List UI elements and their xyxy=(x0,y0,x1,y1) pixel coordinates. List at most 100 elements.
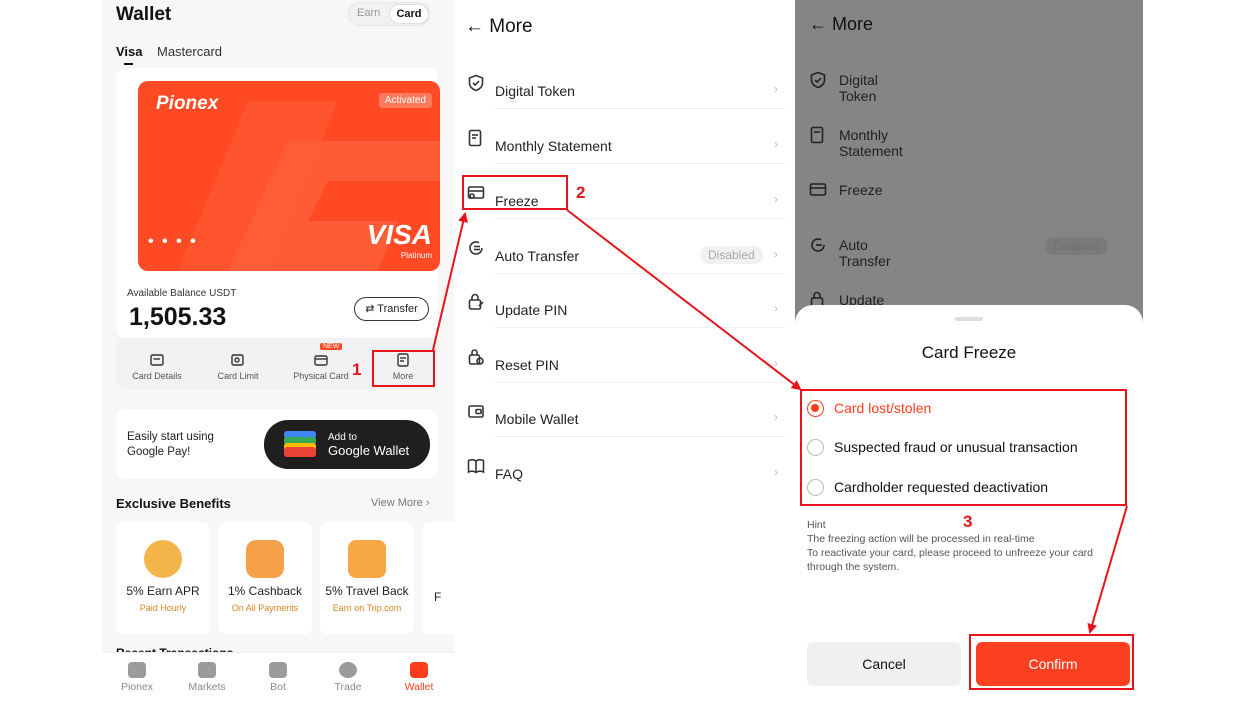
benefit-card-cashback[interactable]: 1% Cashback On All Payments xyxy=(218,522,312,634)
status-badge: Activated xyxy=(378,93,432,108)
menu-label: Monthly Statement xyxy=(495,138,612,154)
cashback-icon xyxy=(246,540,284,578)
menu-update-pin[interactable]: Update PIN › xyxy=(465,291,790,345)
toggle-card[interactable]: Card xyxy=(389,4,429,24)
balance-value: 1,505.33 xyxy=(129,303,227,331)
auto-transfer-icon xyxy=(469,241,483,255)
drag-handle[interactable] xyxy=(955,317,983,321)
menu-label: Monthly Statement xyxy=(839,127,903,159)
menu-reset-pin[interactable]: Reset PIN › xyxy=(465,346,790,400)
benefit-card-partial[interactable]: F xyxy=(422,522,454,634)
more-back-title[interactable]: ← More xyxy=(465,16,533,38)
dimmed-background: ← More Digital Token Monthly Statement F… xyxy=(795,0,1143,330)
menu-label: FAQ xyxy=(495,466,524,482)
tab-mastercard[interactable]: Mastercard xyxy=(157,44,222,59)
tab-bot[interactable]: Bot xyxy=(248,662,308,693)
benefit-card-travel[interactable]: 5% Travel Back Earn on Trip.com xyxy=(320,522,414,634)
add-to-google-wallet-button[interactable]: Add to Google Wallet xyxy=(264,420,430,469)
wallet-icon xyxy=(410,662,428,678)
transfer-label: Transfer xyxy=(377,303,418,315)
pionex-icon xyxy=(128,662,146,678)
google-wallet-icon xyxy=(284,431,316,457)
divider xyxy=(495,436,785,437)
transfer-button[interactable]: ⇄ Transfer xyxy=(354,297,429,321)
earn-card-toggle[interactable]: Earn Card xyxy=(348,2,430,26)
tab-visa[interactable]: Visa xyxy=(116,44,143,59)
hint-line: To reactivate your card, please proceed … xyxy=(807,547,1093,559)
more-back-title-dimmed: ← More xyxy=(809,14,874,34)
menu-label: Digital Token xyxy=(839,72,878,104)
tab-markets-label: Markets xyxy=(188,681,226,693)
physical-card-label: Physical Card xyxy=(293,371,349,381)
pionex-logo: Pionex xyxy=(156,93,219,114)
menu-monthly-statement[interactable]: Monthly Statement › xyxy=(465,127,790,181)
tab-markets[interactable]: Markets xyxy=(177,662,237,693)
physical-card-button[interactable]: Physical Card xyxy=(286,353,356,381)
update-pin-icon xyxy=(468,293,484,310)
card-tier: Platinum xyxy=(400,251,432,260)
benefit-title: 5% Travel Back xyxy=(325,584,409,598)
toggle-earn[interactable]: Earn xyxy=(357,7,380,19)
card-limit-button[interactable]: Card Limit xyxy=(203,353,273,381)
balance-label: Available Balance USDT xyxy=(127,288,237,299)
card-details-icon xyxy=(150,354,164,366)
new-badge: NEW xyxy=(320,343,343,350)
cancel-button[interactable]: Cancel xyxy=(807,642,961,686)
status-badge-dimmed: Disabled xyxy=(1045,237,1108,255)
tab-pionex-label: Pionex xyxy=(120,681,154,693)
visa-card[interactable]: Pionex Activated • • • • VISA Platinum xyxy=(138,81,440,271)
card-details-label: Card Details xyxy=(132,371,182,381)
benefits-title: Exclusive Benefits xyxy=(116,496,231,511)
chevron-right-icon: › xyxy=(774,356,778,370)
gwallet-small: Add to xyxy=(328,432,357,443)
chevron-right-icon: › xyxy=(774,82,778,96)
benefit-title: 1% Cashback xyxy=(227,584,303,598)
sheet-title: Card Freeze xyxy=(921,343,1017,362)
annotation-number-3: 3 xyxy=(963,512,973,531)
tab-wallet[interactable]: Wallet xyxy=(389,662,449,693)
menu-label: Update PIN xyxy=(495,302,568,318)
view-more-label: View More xyxy=(371,497,423,509)
divider xyxy=(495,108,785,109)
statement-icon xyxy=(468,129,482,147)
gwallet-big: Google Wallet xyxy=(328,443,410,458)
chevron-right-icon: › xyxy=(774,410,778,424)
view-more-link[interactable]: View More › xyxy=(371,497,430,509)
physical-card-icon xyxy=(314,355,328,366)
card-details-button[interactable]: Card Details xyxy=(122,353,192,381)
annotation-number-1: 1 xyxy=(352,360,362,379)
card-number-mask: • • • • xyxy=(148,233,198,250)
benefit-card-earn[interactable]: 5% Earn APR Paid Hourly xyxy=(116,522,210,634)
tab-underline xyxy=(124,63,133,65)
menu-label: Freeze xyxy=(839,182,883,198)
visa-logo: VISA xyxy=(366,219,432,250)
menu-label: Reset PIN xyxy=(495,357,559,373)
card-limit-label: Card Limit xyxy=(217,371,259,381)
tab-pionex[interactable]: Pionex xyxy=(107,662,167,693)
freeze-card-icon xyxy=(809,183,827,196)
menu-auto-transfer[interactable]: Auto Transfer Disabled › xyxy=(465,237,790,291)
menu-faq[interactable]: FAQ › xyxy=(465,455,790,509)
shield-check-icon xyxy=(468,74,484,92)
tab-trade[interactable]: Trade xyxy=(318,662,378,693)
benefit-sub: Earn on Trip.com xyxy=(332,603,402,613)
transfer-icon: ⇄ xyxy=(365,303,378,315)
tab-trade-label: Trade xyxy=(334,681,362,693)
card-limit-icon xyxy=(231,354,244,366)
card-freeze-screen: ← More Digital Token Monthly Statement F… xyxy=(795,0,1143,702)
google-pay-text: Easily start using Google Pay! xyxy=(127,431,214,458)
mobile-wallet-icon xyxy=(468,405,484,418)
divider xyxy=(495,382,785,383)
chevron-right-icon: › xyxy=(774,465,778,479)
menu-label: Mobile Wallet xyxy=(495,411,579,427)
menu-digital-token[interactable]: Digital Token › xyxy=(465,72,790,126)
divider xyxy=(495,327,785,328)
benefit-title: 5% Earn APR xyxy=(126,584,200,598)
tab-bot-label: Bot xyxy=(270,681,286,693)
chevron-right-icon: › xyxy=(774,137,778,151)
hint-line: The freezing action will be processed in… xyxy=(807,533,1035,545)
menu-mobile-wallet[interactable]: Mobile Wallet › xyxy=(465,400,790,454)
status-badge: Disabled xyxy=(700,246,763,264)
chevron-right-icon: › xyxy=(774,192,778,206)
divider xyxy=(495,273,785,274)
